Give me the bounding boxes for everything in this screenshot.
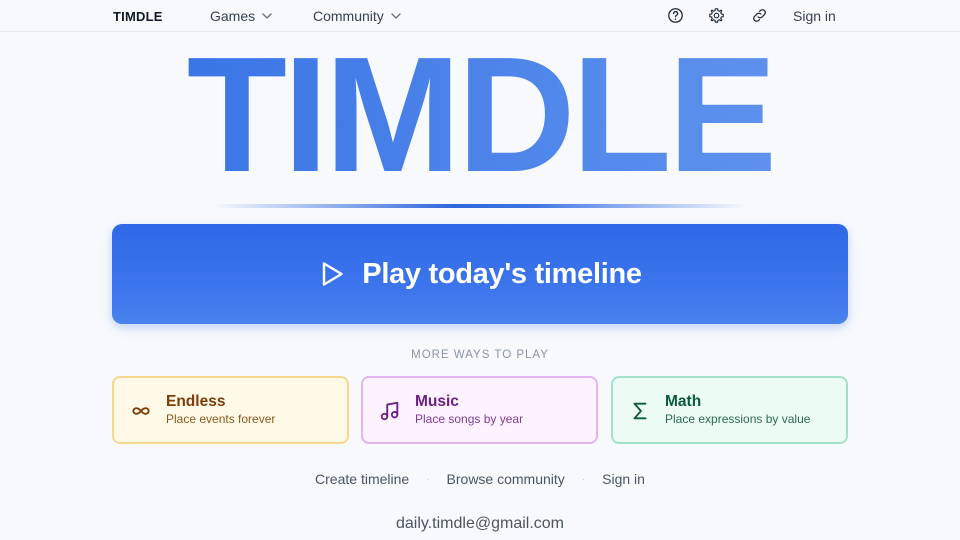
link-icon[interactable] [751, 7, 768, 24]
separator-dot: · [581, 473, 586, 485]
endless-mode-text: Endless Place events forever [166, 392, 275, 427]
music-mode-card[interactable]: Music Place songs by year [361, 376, 598, 444]
games-menu[interactable]: Games [210, 8, 273, 24]
browse-community-link[interactable]: Browse community [447, 471, 565, 487]
nav-sign-in-link[interactable]: Sign in [793, 8, 836, 24]
music-mode-title: Music [415, 393, 459, 410]
chevron-down-icon [262, 13, 272, 19]
sigma-icon [633, 402, 647, 420]
community-menu-label: Community [313, 8, 384, 24]
play-today-button[interactable]: Play today's timeline [112, 224, 848, 324]
hero-underline-divider [213, 204, 747, 208]
music-mode-subtitle: Place songs by year [415, 412, 524, 426]
play-today-label: Play today's timeline [362, 257, 642, 290]
games-menu-label: Games [210, 8, 256, 24]
endless-mode-subtitle: Place events forever [166, 412, 276, 426]
gear-icon[interactable] [708, 7, 725, 24]
footer-links: Create timeline · Browse community · Sig… [0, 471, 960, 487]
music-note-icon [380, 401, 399, 421]
endless-mode-title: Endless [166, 393, 226, 410]
create-timeline-link[interactable]: Create timeline [315, 471, 409, 487]
community-menu[interactable]: Community [313, 8, 402, 24]
brand-logo[interactable]: TIMDLE [113, 9, 163, 24]
endless-mode-card[interactable]: Endless Place events forever [112, 376, 349, 444]
contact-email[interactable]: daily.timdle@gmail.com [0, 515, 960, 533]
hero-title: TIMDLE [0, 30, 960, 200]
separator-dot: · [426, 473, 430, 485]
math-mode-title: Math [665, 393, 702, 410]
math-mode-text: Math Place expressions by value [665, 392, 810, 427]
footer-sign-in-link[interactable]: Sign in [602, 471, 645, 487]
music-mode-text: Music Place songs by year [415, 392, 523, 427]
infinity-icon [132, 407, 150, 415]
more-ways-heading: MORE WAYS TO PLAY [411, 349, 549, 361]
math-mode-card[interactable]: Math Place expressions by value [611, 376, 848, 444]
chevron-down-icon [391, 13, 401, 19]
play-icon [323, 262, 343, 286]
math-mode-subtitle: Place expressions by value [665, 412, 811, 426]
help-circle-icon[interactable] [667, 7, 684, 24]
